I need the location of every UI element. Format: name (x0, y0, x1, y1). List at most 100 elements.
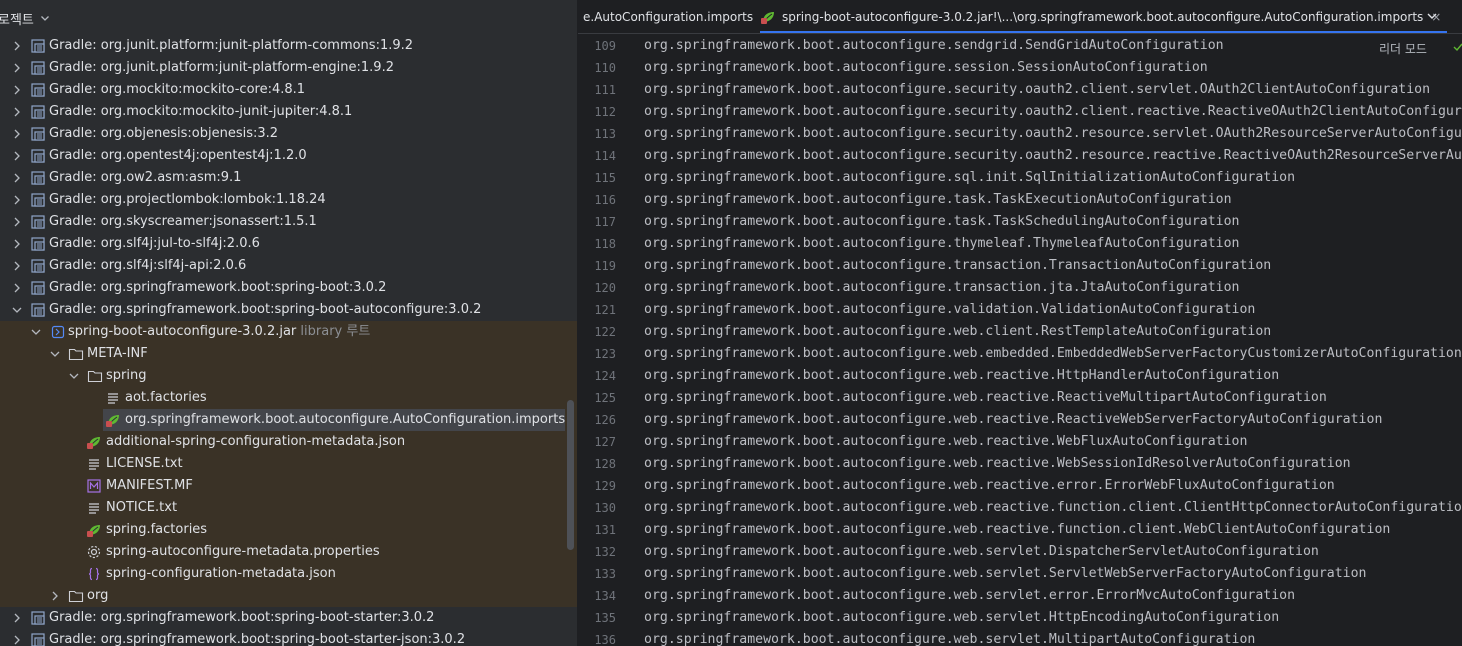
tree-row-library[interactable]: Gradle: org.objenesis:objenesis:3.2 (0, 123, 577, 145)
tree-row-folder-meta-inf[interactable]: META-INF (0, 343, 577, 365)
tree-row-folder-spring[interactable]: spring (0, 365, 577, 387)
project-tree-scrollbar[interactable] (567, 400, 574, 550)
tree-row-library[interactable]: Gradle: org.mockito:mockito-core:4.8.1 (0, 79, 577, 101)
tree-row-jar[interactable]: spring-boot-autoconfigure-3.0.2.jar libr… (0, 321, 577, 343)
code-line[interactable]: 129 org.springframework.boot.autoconfigur… (578, 475, 1458, 497)
chevron-right-icon[interactable] (11, 62, 23, 74)
code-line[interactable]: 113 org.springframework.boot.autoconfigur… (578, 123, 1462, 145)
code-line[interactable]: 119 org.springframework.boot.autoconfigur… (578, 255, 1458, 277)
code-line[interactable]: 124 org.springframework.boot.autoconfigur… (578, 365, 1458, 387)
code-line-text: org.springframework.boot.autoconfigure.v… (644, 302, 1256, 317)
tree-row-library[interactable]: Gradle: org.ow2.asm:asm:9.1 (0, 167, 577, 189)
chevron-right-icon[interactable] (11, 40, 23, 52)
tree-row-label: MANIFEST.MF (106, 478, 193, 493)
tree-row-file[interactable]: NOTICE.txt (0, 497, 577, 519)
tree-row-file[interactable]: spring.factories (0, 519, 577, 541)
code-line[interactable]: 126 org.springframework.boot.autoconfigur… (578, 409, 1458, 431)
tree-row-library[interactable]: Gradle: org.springframework.boot:spring-… (0, 629, 577, 646)
library-icon (31, 259, 45, 273)
tree-row-file-selected[interactable]: org.springframework.boot.autoconfigure.A… (0, 409, 577, 431)
chevron-down-icon[interactable] (11, 304, 23, 316)
code-line[interactable]: 122 org.springframework.boot.autoconfigur… (578, 321, 1458, 343)
tree-row-label: Gradle: org.objenesis:objenesis:3.2 (49, 126, 279, 141)
chevron-right-icon[interactable] (49, 590, 61, 602)
tree-row-file[interactable]: spring-configuration-metadata.json (0, 563, 577, 585)
code-line[interactable]: 131 org.springframework.boot.autoconfigur… (578, 519, 1458, 541)
code-line-text: org.springframework.boot.autoconfigure.w… (644, 632, 1256, 646)
code-line[interactable]: 125 org.springframework.boot.autoconfigur… (578, 387, 1458, 409)
tab-label: spring-boot-autoconfigure-3.0.2.jar!\...… (782, 10, 1424, 24)
tree-row-library[interactable]: Gradle: org.springframework.boot:spring-… (0, 607, 577, 629)
chevron-down-icon[interactable] (68, 370, 80, 382)
line-number: 124 (594, 369, 616, 383)
chevron-right-icon[interactable] (11, 128, 23, 140)
tree-row-file[interactable]: MANIFEST.MF (0, 475, 577, 497)
chevron-right-icon[interactable] (11, 634, 23, 646)
tree-row-label: Gradle: org.slf4j:slf4j-api:2.0.6 (49, 258, 247, 273)
code-line[interactable]: 117 org.springframework.boot.autoconfigur… (578, 211, 1458, 233)
tree-row-library[interactable]: Gradle: org.opentest4j:opentest4j:1.2.0 (0, 145, 577, 167)
chevron-right-icon[interactable] (11, 194, 23, 206)
code-line[interactable]: 112 org.springframework.boot.autoconfigur… (578, 101, 1462, 123)
tree-row-library-expanded[interactable]: Gradle: org.springframework.boot:spring-… (0, 299, 577, 321)
code-line[interactable]: 133 org.springframework.boot.autoconfigur… (578, 563, 1458, 585)
code-line[interactable]: 128 org.springframework.boot.autoconfigur… (578, 453, 1458, 475)
code-line[interactable]: 123 org.springframework.boot.autoconfigur… (578, 343, 1461, 365)
tree-row-library[interactable]: Gradle: org.springframework.boot:spring-… (0, 277, 577, 299)
code-line[interactable]: 114 org.springframework.boot.autoconfigur… (578, 145, 1462, 167)
editor-tab-previous[interactable]: e.AutoConfiguration.imports (583, 0, 753, 34)
code-line[interactable]: 111 org.springframework.boot.autoconfigur… (578, 79, 1458, 101)
code-line[interactable]: 115 org.springframework.boot.autoconfigur… (578, 167, 1458, 189)
tree-row-library[interactable]: Gradle: org.slf4j:jul-to-slf4j:2.0.6 (0, 233, 577, 255)
code-line[interactable]: 134 org.springframework.boot.autoconfigur… (578, 585, 1458, 607)
tree-row-library[interactable]: Gradle: org.mockito:mockito-junit-jupite… (0, 101, 577, 123)
chevron-down-icon[interactable] (49, 348, 61, 360)
line-number: 129 (594, 479, 616, 493)
project-panel-header[interactable]: 로젝트 (0, 4, 577, 32)
tree-row-label: Gradle: org.skyscreamer:jsonassert:1.5.1 (49, 214, 317, 229)
code-line[interactable]: 135 org.springframework.boot.autoconfigur… (578, 607, 1458, 629)
tree-row-library[interactable]: Gradle: org.skyscreamer:jsonassert:1.5.1 (0, 211, 577, 233)
code-line[interactable]: 136 org.springframework.boot.autoconfigur… (578, 629, 1458, 646)
line-number: 110 (594, 61, 616, 75)
code-line[interactable]: 130 org.springframework.boot.autoconfigur… (578, 497, 1462, 519)
tree-row-library[interactable]: Gradle: org.projectlombok:lombok:1.18.24 (0, 189, 577, 211)
code-line[interactable]: 127 org.springframework.boot.autoconfigur… (578, 431, 1458, 453)
tree-row-library[interactable]: Gradle: org.junit.platform:junit-platfor… (0, 35, 577, 57)
folder-icon (68, 590, 84, 603)
tree-row-file[interactable]: aot.factories (0, 387, 577, 409)
tree-row-folder-org[interactable]: org (0, 585, 577, 607)
chevron-down-icon[interactable] (1425, 9, 1439, 23)
chevron-right-icon[interactable] (11, 106, 23, 118)
library-icon (31, 105, 45, 119)
line-number: 113 (594, 127, 616, 141)
chevron-right-icon[interactable] (11, 612, 23, 624)
chevron-right-icon[interactable] (11, 172, 23, 184)
code-line[interactable]: 110 org.springframework.boot.autoconfigur… (578, 57, 1458, 79)
chevron-right-icon[interactable] (11, 216, 23, 228)
tree-row-file[interactable]: additional-spring-configuration-metadata… (0, 431, 577, 453)
code-line[interactable]: 132 org.springframework.boot.autoconfigur… (578, 541, 1458, 563)
code-line[interactable]: 121 org.springframework.boot.autoconfigur… (578, 299, 1458, 321)
code-line[interactable]: 120 org.springframework.boot.autoconfigur… (578, 277, 1458, 299)
code-line[interactable]: 109 org.springframework.boot.autoconfigur… (578, 35, 1458, 57)
chevron-right-icon[interactable] (11, 260, 23, 272)
chevron-down-icon[interactable] (40, 13, 50, 23)
project-tool-window: 로젝트 Gradle: org.junit.platform:junit-pla… (0, 0, 577, 646)
tree-row-library[interactable]: Gradle: org.junit.platform:junit-platfor… (0, 57, 577, 79)
code-line[interactable]: 116 org.springframework.boot.autoconfigur… (578, 189, 1458, 211)
chevron-right-icon[interactable] (11, 238, 23, 250)
tree-row-file[interactable]: LICENSE.txt (0, 453, 577, 475)
chevron-down-icon[interactable] (30, 326, 42, 338)
tree-row-label: org.springframework.boot.autoconfigure.A… (125, 412, 566, 427)
chevron-right-icon[interactable] (11, 84, 23, 96)
code-line-text: org.springframework.boot.autoconfigure.s… (644, 60, 1208, 75)
tree-row-file[interactable]: spring-autoconfigure-metadata.properties (0, 541, 577, 563)
tree-row-library[interactable]: Gradle: org.slf4j:slf4j-api:2.0.6 (0, 255, 577, 277)
code-line[interactable]: 118 org.springframework.boot.autoconfigur… (578, 233, 1458, 255)
chevron-right-icon[interactable] (11, 150, 23, 162)
spring-json-icon (87, 437, 100, 449)
editor-tab-active[interactable]: spring-boot-autoconfigure-3.0.2.jar!\...… (760, 0, 1448, 34)
tree-row-label-group: spring-boot-autoconfigure-3.0.2.jar libr… (68, 323, 370, 341)
chevron-right-icon[interactable] (11, 282, 23, 294)
